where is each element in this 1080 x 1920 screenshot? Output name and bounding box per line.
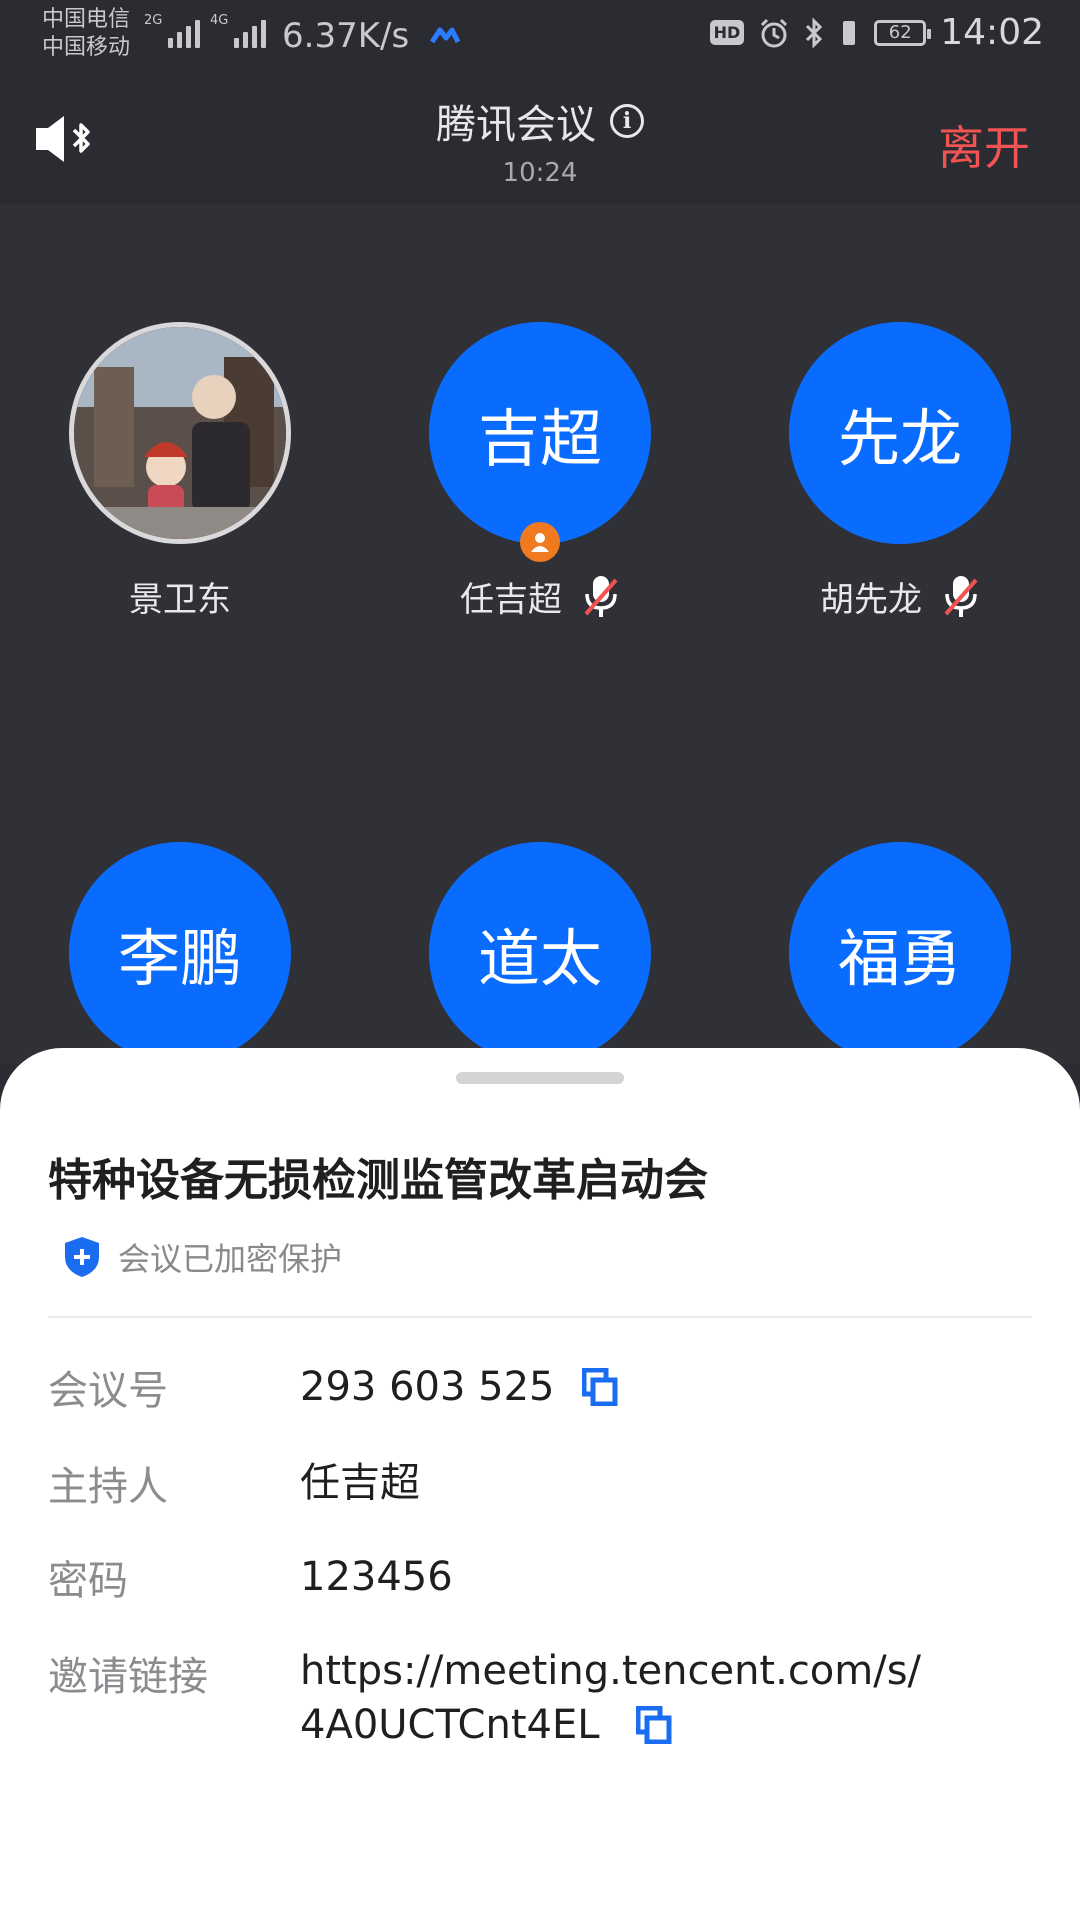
battery-icon: 62 xyxy=(874,19,932,46)
signal-1-icon: 2G xyxy=(144,13,201,48)
encryption-status: 会议已加密保护 xyxy=(62,1234,342,1280)
network-speed: 6.37K/s xyxy=(282,16,410,56)
participant-name: 任吉超 xyxy=(460,580,562,620)
bluetooth-icon xyxy=(806,16,823,49)
meeting-id-value[interactable]: 293 603 525 xyxy=(300,1360,554,1414)
divider xyxy=(48,1316,1032,1318)
host-label: 主持人 xyxy=(48,1464,168,1510)
carrier-1: 中国电信 xyxy=(42,7,131,32)
participant-avatar: 李鹏 xyxy=(69,842,291,1064)
meeting-app-title: 腾讯会议 i xyxy=(436,92,644,150)
password-value[interactable]: 123456 xyxy=(300,1548,453,1606)
carrier-2: 中国移动 xyxy=(42,35,131,60)
participant-avatar: 福勇 xyxy=(789,842,1011,1064)
participant-tile[interactable]: 先龙 胡先龙 xyxy=(750,322,1050,621)
participant-avatar: 先龙 xyxy=(789,322,1011,544)
participant-tile[interactable]: 吉超 任吉超 xyxy=(390,322,690,621)
carrier-names: 中国电信 中国移动 xyxy=(42,6,130,62)
copy-icon[interactable] xyxy=(636,1706,672,1744)
copy-icon[interactable] xyxy=(582,1368,618,1406)
meeting-id-value-group: 293 603 525 xyxy=(300,1358,618,1416)
battery-level: 62 xyxy=(888,21,912,43)
meeting-info-sheet: 特种设备无损检测监管改革启动会 会议已加密保护 会议号 293 603 525 … xyxy=(0,1048,1080,1920)
encryption-label: 会议已加密保护 xyxy=(118,1240,343,1278)
participant-photo-avatar xyxy=(69,322,291,544)
status-time: 14:02 xyxy=(940,12,1044,53)
host-badge-icon xyxy=(520,522,560,562)
participant-avatar: 吉超 xyxy=(429,322,651,562)
hd-badge: HD xyxy=(709,20,745,45)
meeting-timer: 10:24 xyxy=(502,158,578,188)
avatar-initials: 道太 xyxy=(477,922,602,995)
leave-button[interactable]: 离开 xyxy=(938,112,1030,178)
vibrate-icon xyxy=(843,20,856,45)
avatar-initials: 吉超 xyxy=(477,402,602,475)
participant-name-row: 任吉超 xyxy=(390,572,690,621)
mic-muted-icon xyxy=(584,575,618,617)
participant-tile[interactable]: 福勇 xyxy=(750,842,1050,1064)
alarm-icon xyxy=(761,18,788,47)
participant-name-row: 胡先龙 xyxy=(750,572,1050,621)
avatar-initials: 先龙 xyxy=(837,402,962,475)
meeting-title: 特种设备无损检测监管改革启动会 xyxy=(48,1155,708,1206)
signal-2-icon: 4G xyxy=(210,13,267,48)
password-label: 密码 xyxy=(48,1558,128,1604)
invite-link-label: 邀请链接 xyxy=(48,1654,208,1700)
status-right: HD 62 14:02 xyxy=(709,12,1044,53)
password-row: 密码 123456 xyxy=(48,1548,453,1606)
mic-muted-icon xyxy=(944,575,978,617)
participant-tile[interactable]: 景卫东 xyxy=(30,322,330,621)
avatar-photo xyxy=(74,327,286,539)
meeting-id-label: 会议号 xyxy=(48,1368,168,1414)
meeting-id-row: 会议号 293 603 525 xyxy=(48,1358,618,1416)
host-value: 任吉超 xyxy=(300,1460,420,1506)
host-row: 主持人 任吉超 xyxy=(48,1454,420,1512)
app-title: 腾讯会议 xyxy=(436,102,596,148)
participant-name: 景卫东 xyxy=(129,580,231,620)
invite-link-value[interactable]: https://meeting.tencent.com/s/4A0UCTCnt4… xyxy=(300,1648,921,1748)
participant-tile[interactable]: 李鹏 xyxy=(30,842,330,1064)
participant-grid: 景卫东 吉超 任吉超 先龙 胡先龙 李鹏 道太 福勇 xyxy=(0,204,1080,1064)
meeting-header: 腾讯会议 i 10:24 离开 xyxy=(0,72,1080,204)
sheet-drag-handle[interactable] xyxy=(456,1072,624,1084)
shield-icon xyxy=(65,1237,99,1277)
title-block: 腾讯会议 i 10:24 xyxy=(0,92,1080,188)
status-bar: 中国电信 中国移动 2G 4G 6.37K/s HD 62 14:02 xyxy=(0,0,1080,72)
participant-name-row: 景卫东 xyxy=(30,572,330,621)
invite-link-value-group: https://meeting.tencent.com/s/4A0UCTCnt4… xyxy=(300,1644,940,1752)
app-notification-icon xyxy=(430,27,460,44)
info-icon[interactable]: i xyxy=(610,104,644,138)
participant-name: 胡先龙 xyxy=(820,580,922,620)
participant-avatar: 道太 xyxy=(429,842,651,1064)
network-type-2: 4G xyxy=(210,13,229,28)
avatar-initials: 福勇 xyxy=(837,922,962,995)
participant-tile[interactable]: 道太 xyxy=(390,842,690,1064)
network-type-1: 2G xyxy=(144,13,163,28)
avatar-initials: 李鹏 xyxy=(117,922,242,995)
invite-link-row: 邀请链接 https://meeting.tencent.com/s/4A0UC… xyxy=(48,1644,940,1752)
